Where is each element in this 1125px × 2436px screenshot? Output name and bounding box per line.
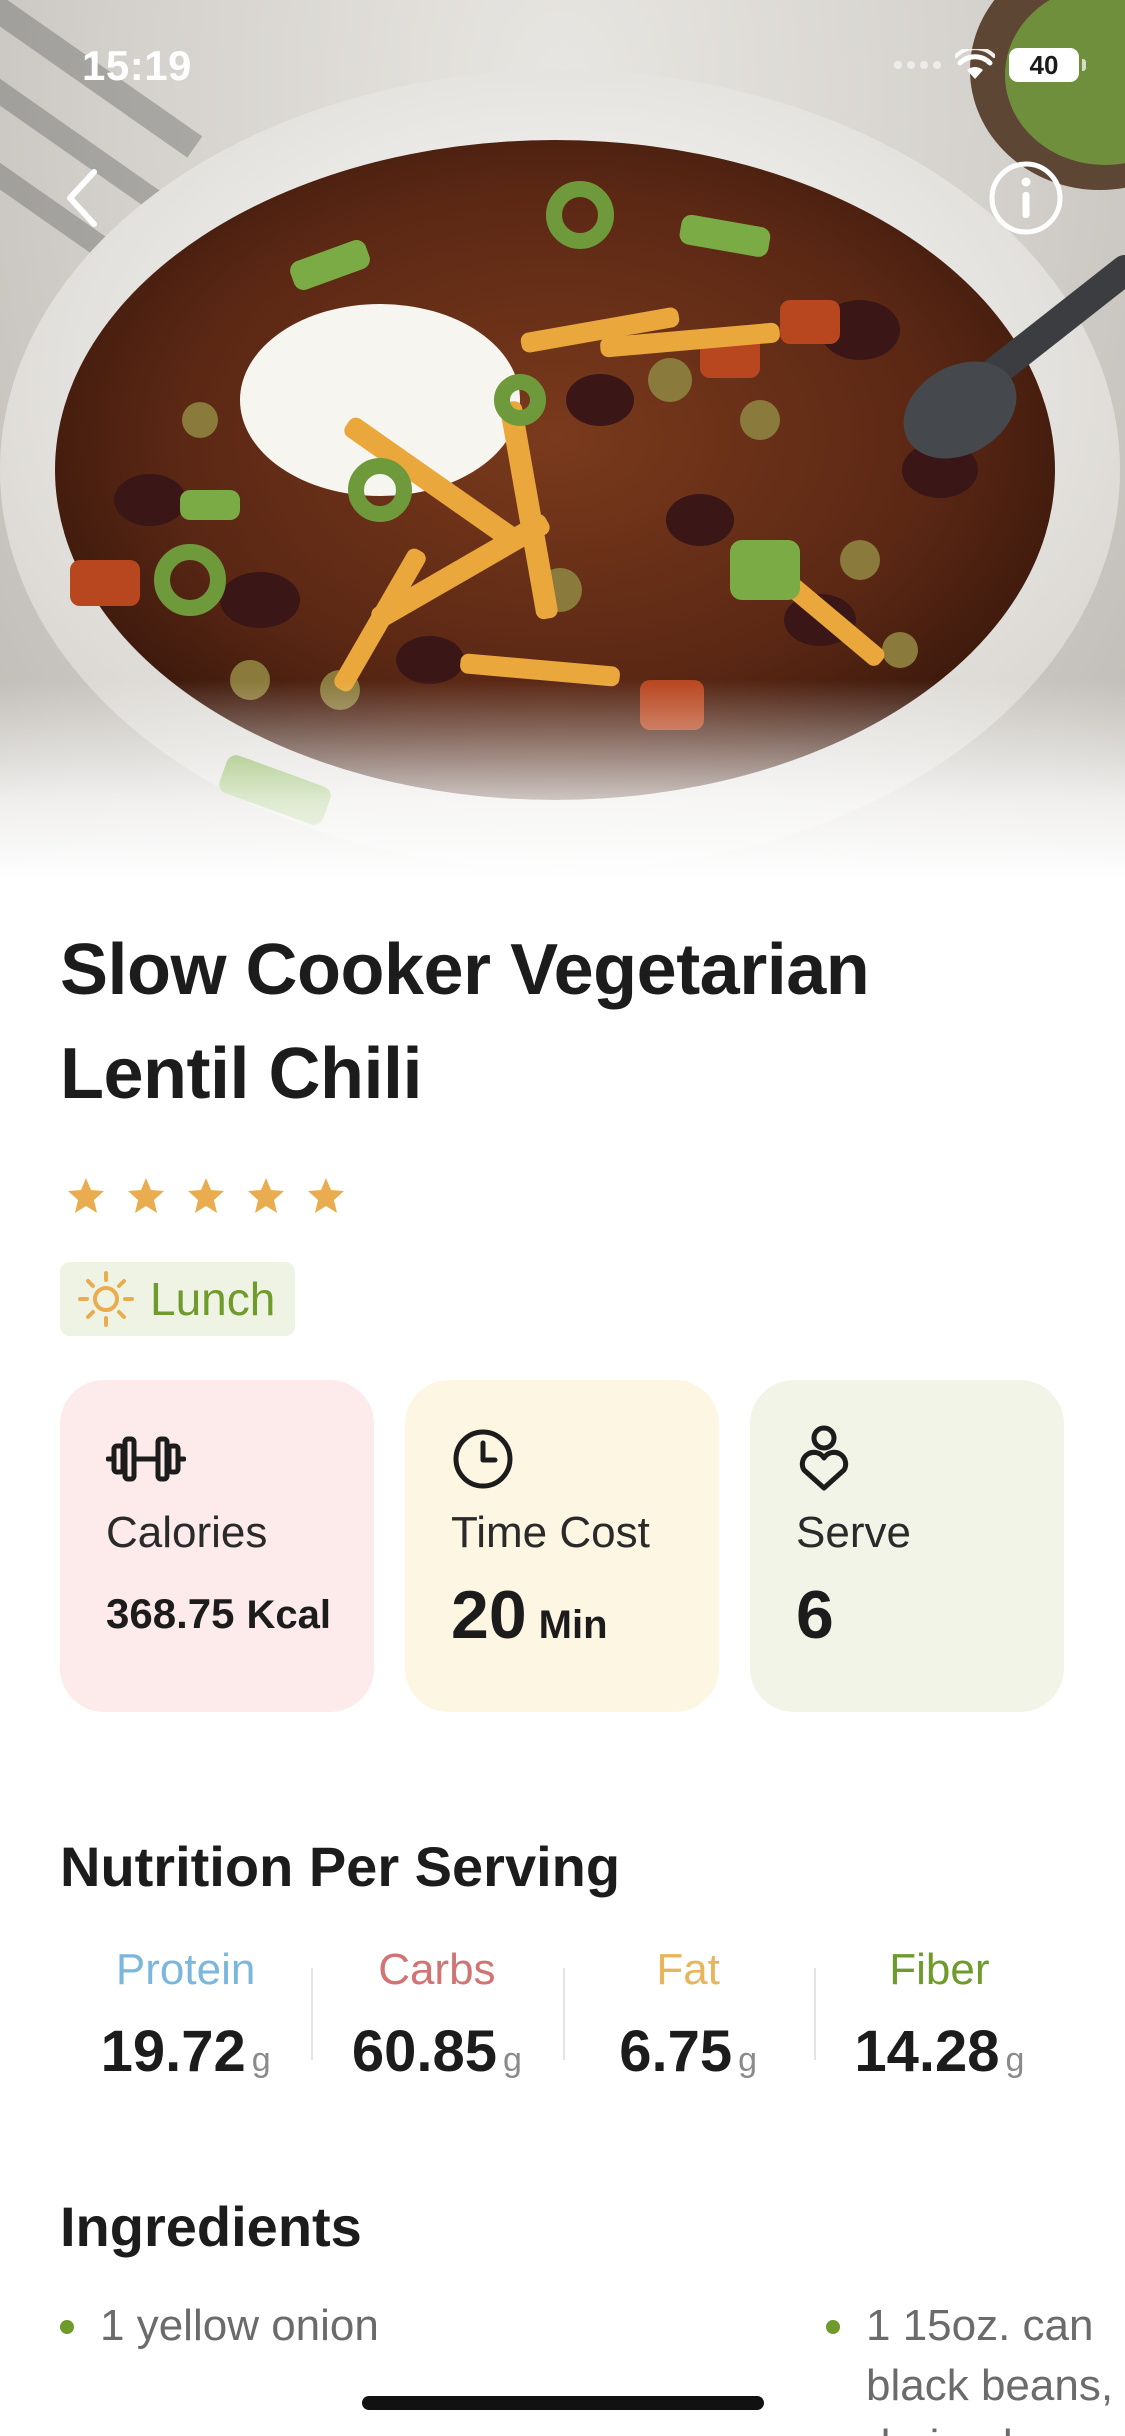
ingredient-item: 1 yellow onion [60, 2296, 379, 2356]
star-icon [68, 1178, 104, 1213]
fiber-value: 14.28 [854, 2019, 1000, 2084]
protein-unit: g [251, 2041, 271, 2079]
info-button[interactable] [988, 160, 1064, 236]
clock-icon [453, 1429, 513, 1489]
calories-value: 368.75 [106, 1590, 235, 1637]
back-button[interactable] [52, 160, 112, 236]
status-bar: 15:19 40 [0, 0, 1125, 140]
star-icon [248, 1178, 284, 1213]
calories-value-group: 368.75 Kcal [106, 1590, 331, 1638]
fiber-label: Fiber [889, 1945, 990, 1994]
meal-tag: Lunch [60, 1262, 296, 1336]
star-icon [188, 1178, 224, 1213]
fat-value: 6.75 [619, 2019, 733, 2084]
time-cost-card: Time Cost 20 Min [405, 1380, 719, 1712]
nutrition-section-title: Nutrition Per Serving [60, 1835, 621, 1898]
ingredient-text: 1 15oz. can black beans, drained [866, 2301, 1114, 2436]
nutrition-item-carbs: Carbs 60.85 g [311, 1940, 562, 2084]
star-icon [308, 1178, 344, 1213]
bullet-icon [60, 2320, 74, 2334]
person-heart-icon [799, 1425, 849, 1491]
carbs-label: Carbs [378, 1945, 496, 1994]
serve-card: Serve 6 [750, 1380, 1064, 1712]
fat-label: Fat [656, 1945, 720, 1994]
calories-unit: Kcal [246, 1593, 331, 1637]
star-icon [128, 1178, 164, 1213]
serve-value: 6 [796, 1577, 834, 1653]
fiber-unit: g [1005, 2041, 1025, 2079]
calories-label: Calories [106, 1508, 268, 1557]
ingredient-item: 1 15oz. can black beans, drained [826, 2296, 1125, 2436]
home-indicator[interactable] [362, 2396, 764, 2410]
time-cost-value: 20 [451, 1577, 527, 1653]
fat-unit: g [738, 2041, 758, 2079]
ingredients-section-title: Ingredients [60, 2195, 362, 2258]
sun-icon [78, 1271, 134, 1327]
status-time: 15:19 [82, 42, 192, 89]
chevron-left-icon [67, 169, 97, 227]
wifi-icon [955, 49, 995, 79]
time-cost-unit: Min [538, 1603, 608, 1647]
nutrition-item-fiber: Fiber 14.28 g [813, 1940, 1065, 2084]
rating-stars [66, 1176, 346, 1216]
carbs-value: 60.85 [351, 2019, 497, 2084]
nutrition-item-protein: Protein 19.72 g [60, 1940, 311, 2084]
status-icons: 40 [894, 48, 1086, 82]
battery-icon: 40 [1009, 48, 1086, 82]
meal-tag-label: Lunch [150, 1273, 276, 1325]
protein-label: Protein [115, 1945, 256, 1994]
time-cost-value-group: 20 Min [451, 1576, 608, 1654]
hero-fade [0, 680, 1125, 880]
dumbbell-icon [106, 1436, 186, 1482]
recipe-title: Slow Cooker Vegetarian Lentil Chili [60, 930, 870, 1114]
protein-value: 19.72 [100, 2019, 246, 2084]
time-cost-label: Time Cost [451, 1508, 650, 1557]
ingredient-text: 1 yellow onion [100, 2301, 379, 2350]
info-icon [989, 161, 1063, 235]
nutrition-row: Protein 19.72 g Carbs 60.85 g Fat 6.75 g… [60, 1940, 1065, 2084]
nutrition-item-fat: Fat 6.75 g [562, 1940, 814, 2084]
battery-level: 40 [1029, 49, 1059, 80]
serve-label: Serve [796, 1508, 911, 1557]
bullet-icon [826, 2320, 840, 2334]
serve-value-group: 6 [796, 1576, 834, 1654]
carbs-unit: g [502, 2041, 522, 2079]
cellular-signal-icon [894, 61, 941, 69]
calories-card: Calories 368.75 Kcal [60, 1380, 374, 1712]
